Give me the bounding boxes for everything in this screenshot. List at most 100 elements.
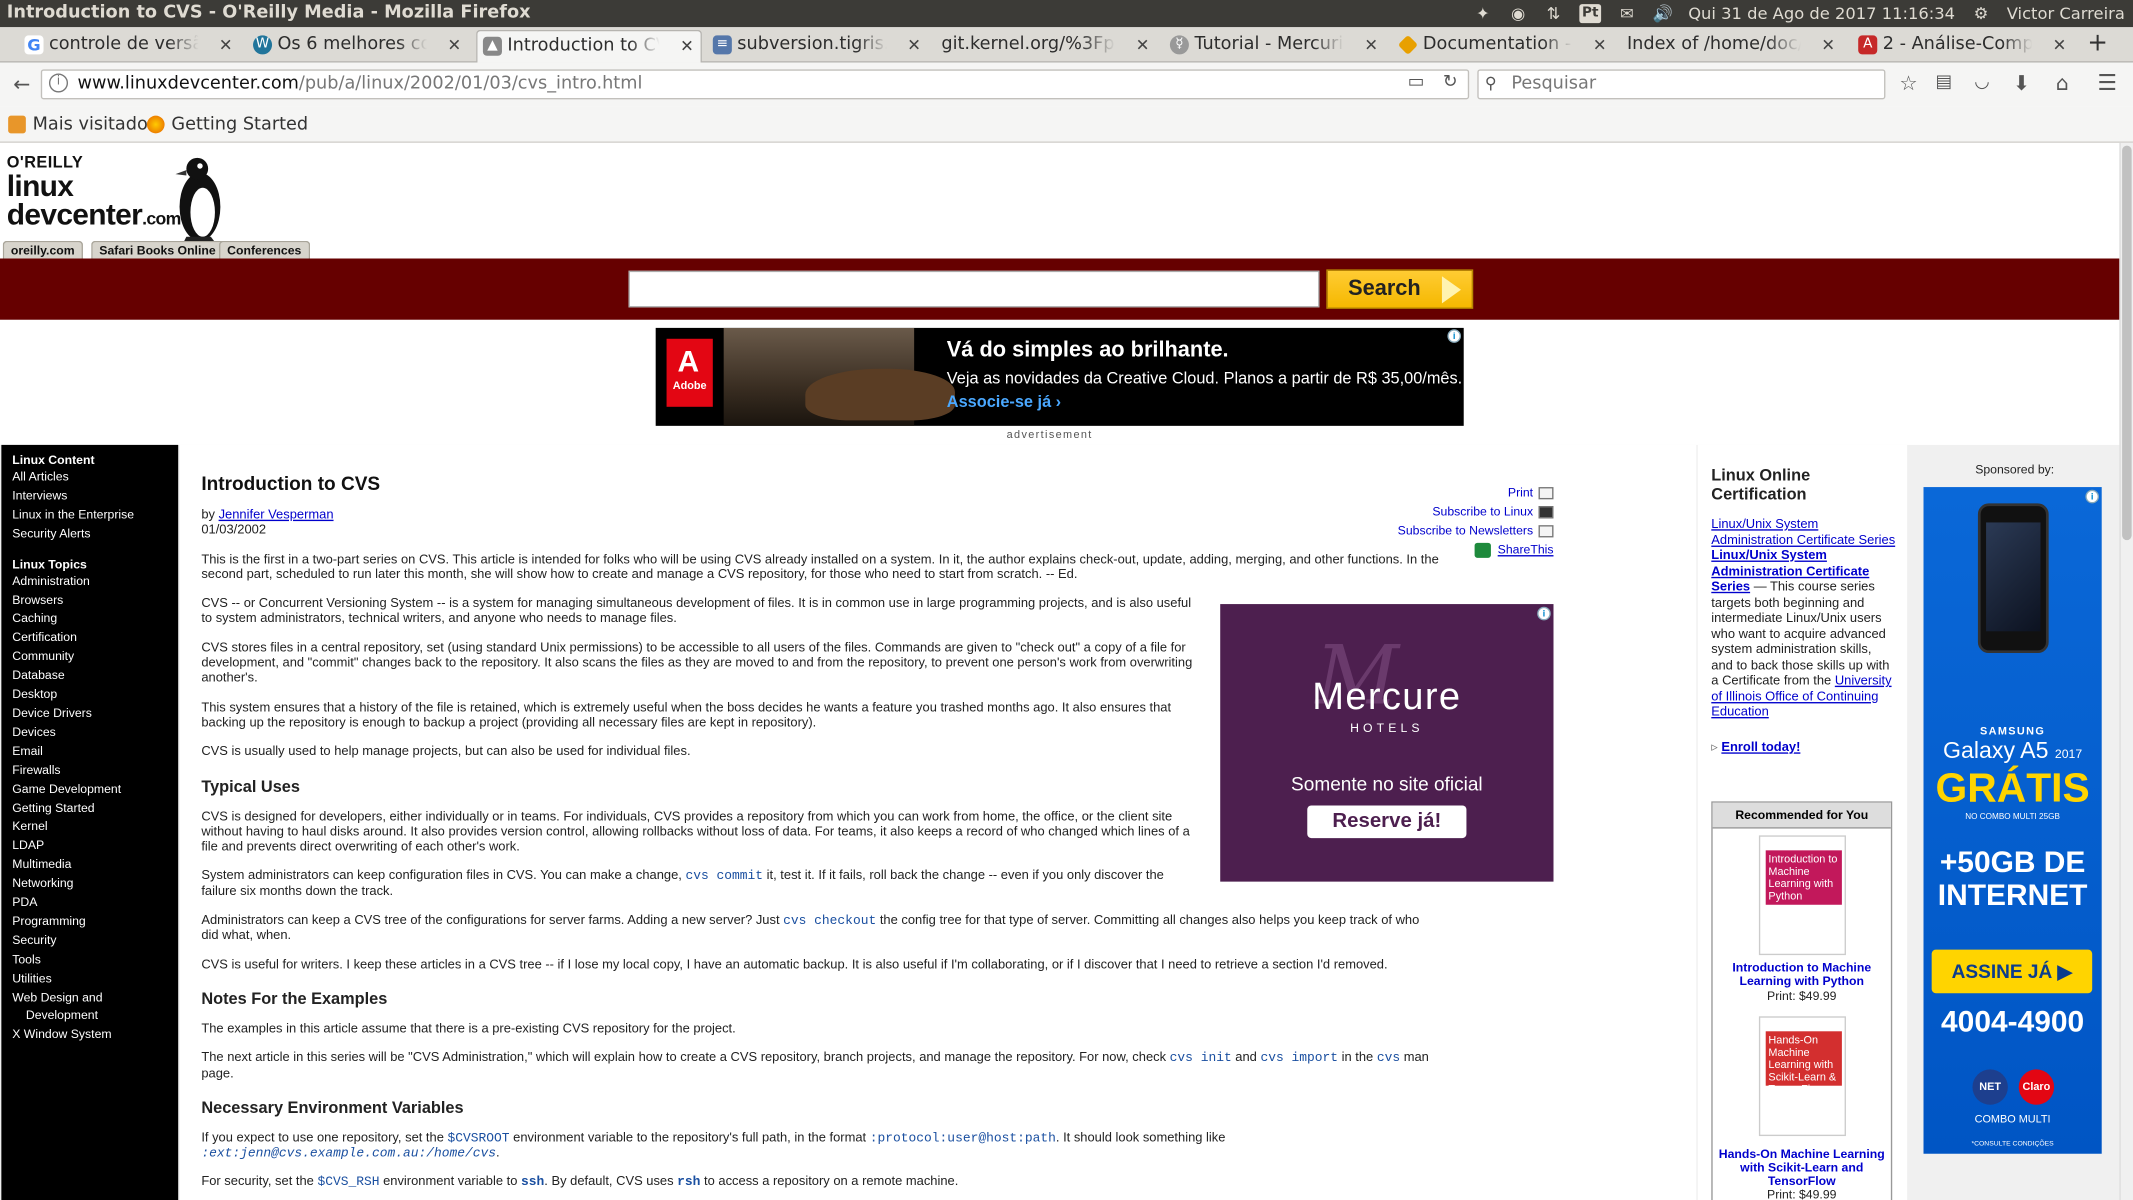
- tab[interactable]: WOs 6 melhores contro ✕: [248, 30, 468, 63]
- mail-icon[interactable]: ✉: [1617, 4, 1636, 23]
- nav-topic-firewalls[interactable]: Firewalls: [12, 761, 178, 780]
- mercure-cta-button[interactable]: Reserve já!: [1307, 805, 1467, 839]
- tab[interactable]: Index of /home/doc/libre ✕: [1622, 30, 1842, 63]
- book-title-link[interactable]: Introduction to Machine Learning with Py…: [1713, 961, 1891, 988]
- close-icon[interactable]: ✕: [1593, 30, 1607, 60]
- search-button[interactable]: Search: [1326, 269, 1474, 309]
- ad-info-icon[interactable]: i: [2085, 489, 2099, 504]
- close-icon[interactable]: ✕: [1821, 30, 1835, 60]
- nav-topic-security[interactable]: Security: [12, 932, 178, 951]
- ad-cta-button[interactable]: ASSINE JÁ ▶: [1931, 949, 2093, 994]
- subscribe-newsletters-link[interactable]: Subscribe to Newsletters: [1377, 521, 1554, 540]
- tab[interactable]: ☿ Tutorial - Mercurial ✕: [1164, 30, 1384, 63]
- close-icon[interactable]: ✕: [2053, 30, 2067, 60]
- book-cover[interactable]: Hands-On Machine Learning with Scikit-Le…: [1758, 1016, 1846, 1137]
- nav-topic-tools[interactable]: Tools: [12, 951, 178, 970]
- close-icon[interactable]: ✕: [907, 30, 921, 60]
- nav-content-interviews[interactable]: Interviews: [12, 487, 178, 506]
- author-link[interactable]: Jennifer Vesperman: [219, 507, 334, 522]
- top-tab-safari[interactable]: Safari Books Online: [91, 240, 224, 259]
- nav-content-all-articles[interactable]: All Articles: [12, 468, 178, 487]
- bookmark-most-visited[interactable]: Mais visitados: [8, 106, 157, 143]
- reader-view-icon[interactable]: ▭: [1401, 69, 1431, 96]
- close-icon[interactable]: ✕: [680, 31, 694, 61]
- clock[interactable]: Qui 31 de Ago de 2017 11:16:34: [1688, 4, 1955, 23]
- nav-topic-device-drivers[interactable]: Device Drivers: [12, 705, 178, 724]
- top-tab-oreilly[interactable]: oreilly.com: [2, 240, 83, 259]
- share-label[interactable]: ShareThis: [1498, 543, 1554, 557]
- adobe-ad-banner[interactable]: Adobe Vá do simples ao brilhante. Veja a…: [655, 327, 1464, 426]
- share-link[interactable]: ShareThis: [1377, 540, 1554, 559]
- scrollbar[interactable]: [2119, 142, 2133, 1200]
- nav-topic-pda[interactable]: PDA: [12, 894, 178, 913]
- new-tab-button[interactable]: +: [2084, 29, 2111, 57]
- dropbox-icon[interactable]: ✦: [1473, 4, 1492, 23]
- nav-topic-programming[interactable]: Programming: [12, 913, 178, 932]
- print-link[interactable]: Print: [1377, 483, 1554, 502]
- site-info-icon[interactable]: i: [48, 73, 69, 93]
- nav-topic-certification[interactable]: Certification: [12, 629, 178, 648]
- nav-topic-ldap[interactable]: LDAP: [12, 837, 178, 856]
- chat-icon[interactable]: ◉: [1509, 4, 1528, 23]
- nav-topic-web-design-and[interactable]: Web Design and: [12, 989, 178, 1008]
- ad-info-icon[interactable]: i: [1537, 606, 1551, 621]
- gear-icon[interactable]: ⚙: [1971, 4, 1990, 23]
- library-icon[interactable]: ▤: [1929, 69, 1959, 96]
- home-icon[interactable]: ⌂: [2047, 69, 2077, 96]
- bookmark-star-icon[interactable]: ☆: [1894, 69, 1924, 96]
- subscribe-news-label[interactable]: Subscribe to Newsletters: [1398, 524, 1533, 538]
- close-icon[interactable]: ✕: [1364, 30, 1378, 60]
- tab[interactable]: git.kernel.org/%3Fp%3D ✕: [936, 30, 1156, 63]
- print-label[interactable]: Print: [1508, 486, 1533, 500]
- nav-topic-administration[interactable]: Administration: [12, 572, 178, 591]
- menu-icon[interactable]: ☰: [2092, 69, 2122, 96]
- nav-topic-multimedia[interactable]: Multimedia: [12, 856, 178, 875]
- subscribe-linux-link[interactable]: Subscribe to Linux: [1377, 502, 1554, 521]
- nav-topic-x-window-system[interactable]: X Window System: [12, 1026, 178, 1045]
- nav-topic-browsers[interactable]: Browsers: [12, 591, 178, 610]
- tab-active[interactable]: ▲Introduction to CVS - (✕: [476, 29, 702, 63]
- certification-link[interactable]: Linux/Unix System Administration Certifi…: [1711, 517, 1895, 548]
- site-search-input[interactable]: [628, 270, 1320, 308]
- url-bar[interactable]: www.linuxdevcenter.com/pub/a/linux/2002/…: [40, 69, 1470, 100]
- back-button[interactable]: ←: [7, 71, 37, 98]
- nav-topic-email[interactable]: Email: [12, 743, 178, 762]
- book-title-link[interactable]: Hands-On Machine Learning with Scikit-Le…: [1713, 1147, 1891, 1188]
- top-tab-conferences[interactable]: Conferences: [219, 240, 310, 259]
- search-input[interactable]: Pesquisar: [1477, 69, 1886, 100]
- tab[interactable]: A2 - Análise-Comparativ ✕: [1853, 30, 2073, 63]
- nav-content-security-alerts[interactable]: Security Alerts: [12, 525, 178, 544]
- close-icon[interactable]: ✕: [447, 30, 461, 60]
- nav-topic-desktop[interactable]: Desktop: [12, 686, 178, 705]
- ad-cta[interactable]: Associe-se já ›: [947, 392, 1061, 411]
- scrollbar-thumb[interactable]: [2122, 145, 2132, 541]
- close-icon[interactable]: ✕: [219, 30, 233, 60]
- user-name[interactable]: Victor Carreira: [2007, 4, 2125, 23]
- nav-topic-kernel[interactable]: Kernel: [12, 818, 178, 837]
- site-logo[interactable]: O'REILLY linux devcenter.com: [7, 150, 238, 245]
- nav-topic-utilities[interactable]: Utilities: [12, 970, 178, 989]
- tab[interactable]: ≡subversion.tigris.org ✕: [707, 30, 927, 63]
- bookmark-getting-started[interactable]: Getting Started: [146, 106, 308, 143]
- network-icon[interactable]: ⇅: [1544, 4, 1563, 23]
- pocket-icon[interactable]: ◡: [1967, 69, 1997, 96]
- keyboard-layout-indicator[interactable]: Pt: [1579, 4, 1602, 24]
- nav-topic-development[interactable]: Development: [12, 1007, 178, 1026]
- nav-topic-community[interactable]: Community: [12, 648, 178, 667]
- subscribe-linux-label[interactable]: Subscribe to Linux: [1432, 505, 1533, 519]
- samsung-ad[interactable]: SAMSUNG Galaxy A5 2017 GRÁTIS NO COMBO M…: [1923, 487, 2102, 1154]
- nav-topic-caching[interactable]: Caching: [12, 610, 178, 629]
- close-icon[interactable]: ✕: [1136, 30, 1150, 60]
- reload-icon[interactable]: ↻: [1435, 69, 1465, 96]
- nav-topic-getting-started[interactable]: Getting Started: [12, 799, 178, 818]
- volume-icon[interactable]: 🔊: [1653, 4, 1673, 23]
- nav-content-linux-in-the-enterprise[interactable]: Linux in the Enterprise: [12, 506, 178, 525]
- nav-topic-devices[interactable]: Devices: [12, 724, 178, 743]
- tab[interactable]: Documentation - wiki ✕: [1393, 30, 1613, 63]
- nav-topic-game-development[interactable]: Game Development: [12, 780, 178, 799]
- mercure-ad[interactable]: M Mercure HOTELS Somente no site oficial…: [1220, 604, 1554, 882]
- nav-topic-database[interactable]: Database: [12, 667, 178, 686]
- enroll-link[interactable]: Enroll today!: [1721, 739, 1800, 754]
- nav-topic-networking[interactable]: Networking: [12, 875, 178, 894]
- tab[interactable]: Gcontrole de versão - P ✕: [19, 30, 239, 63]
